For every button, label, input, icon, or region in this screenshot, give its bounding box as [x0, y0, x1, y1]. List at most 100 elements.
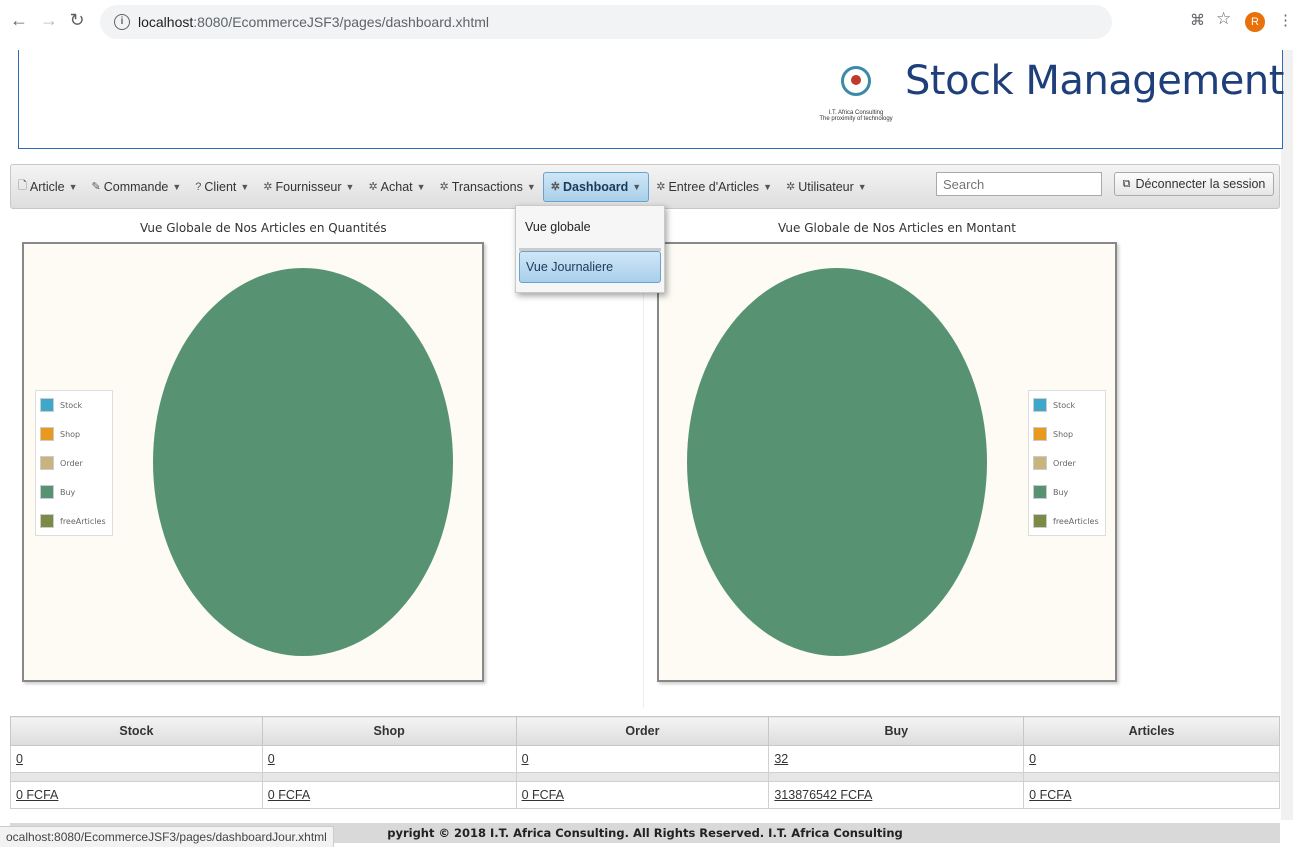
- menu-achat[interactable]: ✲ Achat ▼: [361, 172, 432, 202]
- right-chart-legend: Stock Shop Order Buy freeArticles: [1028, 390, 1106, 536]
- dropdown-item-vue-journaliere[interactable]: Vue Journaliere: [519, 251, 661, 283]
- cell-articles-qty: 0: [1023, 745, 1280, 773]
- menu-utilisateur[interactable]: ✲ Utilisateur ▼: [779, 172, 874, 202]
- menu-transactions[interactable]: ✲ Transactions ▼: [433, 172, 543, 202]
- question-icon: ?: [195, 180, 202, 193]
- legend-item-freearticles[interactable]: freeArticles: [40, 511, 106, 531]
- stats-table: Stock Shop Order Buy Articles 0 0 0 32 0…: [10, 716, 1280, 809]
- cell-shop-amount: 0 FCFA: [261, 781, 517, 809]
- cell-articles-amount: 0 FCFA: [1023, 781, 1280, 809]
- legend-swatch: [40, 485, 54, 499]
- stock-amount-link[interactable]: 0 FCFA: [16, 788, 58, 802]
- browser-toolbar: ← → ↻ i localhost:8080/EcommerceJSF3/pag…: [0, 0, 1293, 44]
- menu-fournisseur[interactable]: ✲ Fournisseur ▼: [256, 172, 361, 202]
- menu-label: Client: [204, 179, 237, 194]
- pie-slice-buy[interactable]: [153, 268, 453, 656]
- legend-item-stock[interactable]: Stock: [40, 395, 82, 415]
- menu-entree-articles[interactable]: ✲ Entree d'Articles ▼: [649, 172, 779, 202]
- legend-item-stock[interactable]: Stock: [1033, 395, 1075, 415]
- forward-arrow-icon[interactable]: →: [38, 10, 60, 31]
- order-qty-link[interactable]: 0: [522, 752, 529, 766]
- caret-down-icon: ▼: [632, 181, 642, 192]
- cell-buy-qty: 32: [768, 745, 1025, 773]
- column-header-order[interactable]: Order: [515, 716, 770, 746]
- articles-qty-link[interactable]: 0: [1029, 752, 1036, 766]
- legend-swatch: [40, 427, 54, 441]
- legend-label: Order: [60, 458, 83, 468]
- legend-item-shop[interactable]: Shop: [1033, 424, 1073, 444]
- gear-icon: ✲: [656, 181, 666, 193]
- legend-swatch: [40, 456, 54, 470]
- legend-swatch: [40, 398, 54, 412]
- caret-down-icon: ▼: [240, 181, 250, 192]
- legend-item-buy[interactable]: Buy: [40, 482, 75, 502]
- legend-label: freeArticles: [1053, 516, 1099, 526]
- file-icon: 🗋: [18, 180, 27, 192]
- legend-item-freearticles[interactable]: freeArticles: [1033, 511, 1099, 531]
- dropdown-item-vue-globale[interactable]: Vue globale: [519, 211, 661, 243]
- articles-amount-link[interactable]: 0 FCFA: [1029, 788, 1071, 802]
- menu-label: Entree d'Articles: [668, 179, 760, 194]
- url-path: :8080/EcommerceJSF3/pages/dashboard.xhtm…: [193, 14, 489, 30]
- table-row-quantities: 0 0 0 32 0: [10, 745, 1280, 773]
- shop-qty-link[interactable]: 0: [268, 752, 275, 766]
- logo-tagline: The proximity of technology: [819, 116, 893, 122]
- shop-amount-link[interactable]: 0 FCFA: [268, 788, 310, 802]
- logout-button[interactable]: ⧉ Déconnecter la session: [1114, 172, 1274, 196]
- buy-amount-link[interactable]: 313876542 FCFA: [774, 788, 872, 802]
- legend-item-order[interactable]: Order: [1033, 453, 1076, 473]
- gear-icon: ✲: [550, 181, 560, 193]
- info-icon[interactable]: i: [114, 14, 130, 30]
- legend-item-shop[interactable]: Shop: [40, 424, 80, 444]
- stock-qty-link[interactable]: 0: [16, 752, 23, 766]
- menu-dashboard[interactable]: ✲ Dashboard ▼: [542, 171, 650, 202]
- legend-item-order[interactable]: Order: [40, 453, 83, 473]
- scrollbar[interactable]: [1281, 50, 1293, 820]
- menu-label: Article: [29, 179, 65, 194]
- caret-down-icon: ▼: [68, 181, 78, 192]
- logout-label: Déconnecter la session: [1135, 177, 1266, 191]
- legend-swatch: [1033, 514, 1047, 528]
- cell-stock-qty: 0: [10, 745, 263, 773]
- menu-client[interactable]: ? Client ▼: [188, 172, 256, 202]
- legend-label: freeArticles: [60, 516, 106, 526]
- menu-label: Transactions: [451, 179, 523, 194]
- left-chart: Stock Shop Order Buy freeArticles: [22, 242, 484, 682]
- menu-commande[interactable]: ✎ Commande ▼: [85, 172, 189, 202]
- column-header-stock[interactable]: Stock: [10, 716, 263, 746]
- cell-order-amount: 0 FCFA: [515, 781, 770, 809]
- right-chart: Stock Shop Order Buy freeArticles: [657, 242, 1117, 682]
- menu-label: Achat: [380, 179, 413, 194]
- caret-down-icon: ▼: [857, 181, 867, 192]
- external-link-icon: ⧉: [1122, 177, 1131, 190]
- back-arrow-icon[interactable]: ←: [8, 10, 30, 31]
- gear-icon: ✲: [263, 181, 273, 193]
- cell-buy-amount: 313876542 FCFA: [768, 781, 1025, 809]
- gear-icon: ✲: [785, 181, 796, 193]
- app-title: Stock Management: [905, 58, 1284, 104]
- caret-down-icon: ▼: [416, 181, 426, 192]
- menu-article[interactable]: 🗋 Article ▼: [11, 172, 85, 202]
- column-header-articles[interactable]: Articles: [1023, 716, 1280, 746]
- cell-stock-amount: 0 FCFA: [10, 781, 263, 809]
- column-header-shop[interactable]: Shop: [261, 716, 517, 746]
- reload-icon[interactable]: ↻: [66, 10, 88, 31]
- legend-label: Shop: [60, 429, 81, 439]
- translate-icon[interactable]: ⌘: [1190, 11, 1205, 29]
- kebab-menu-icon[interactable]: ⋮: [1278, 11, 1293, 29]
- legend-label: Stock: [1053, 400, 1076, 410]
- legend-label: Buy: [1053, 487, 1069, 497]
- legend-label: Stock: [60, 400, 83, 410]
- legend-label: Order: [1053, 458, 1076, 468]
- pie-slice-buy[interactable]: [687, 268, 987, 656]
- buy-qty-link[interactable]: 32: [774, 752, 788, 766]
- search-input[interactable]: [936, 172, 1102, 196]
- avatar[interactable]: R: [1245, 12, 1265, 32]
- menu-label: Dashboard: [563, 179, 629, 194]
- legend-item-buy[interactable]: Buy: [1033, 482, 1068, 502]
- order-amount-link[interactable]: 0 FCFA: [522, 788, 564, 802]
- column-header-buy[interactable]: Buy: [768, 716, 1025, 746]
- legend-swatch: [1033, 427, 1047, 441]
- address-bar[interactable]: i localhost:8080/EcommerceJSF3/pages/das…: [100, 5, 1112, 39]
- star-icon[interactable]: ☆: [1216, 9, 1231, 29]
